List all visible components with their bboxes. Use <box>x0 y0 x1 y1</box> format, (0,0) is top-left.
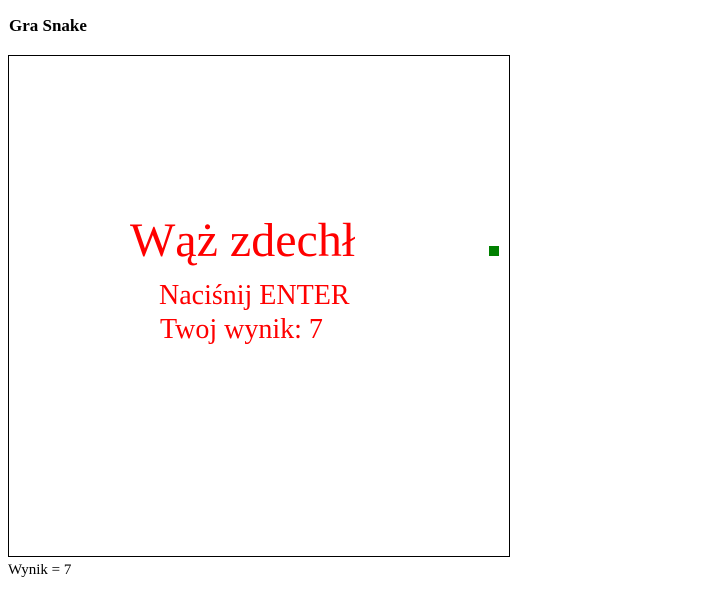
food-item <box>489 246 499 256</box>
game-canvas[interactable]: Wąż zdechł Naciśnij ENTER Twoj wynik: 7 <box>8 55 510 557</box>
score-label: Wynik = 7 <box>8 562 72 578</box>
final-score-message: Twoj wynik: 7 <box>160 314 323 345</box>
game-over-message: Wąż zdechł <box>130 214 356 267</box>
press-enter-message: Naciśnij ENTER <box>159 280 350 311</box>
page-title: Gra Snake <box>9 16 87 35</box>
